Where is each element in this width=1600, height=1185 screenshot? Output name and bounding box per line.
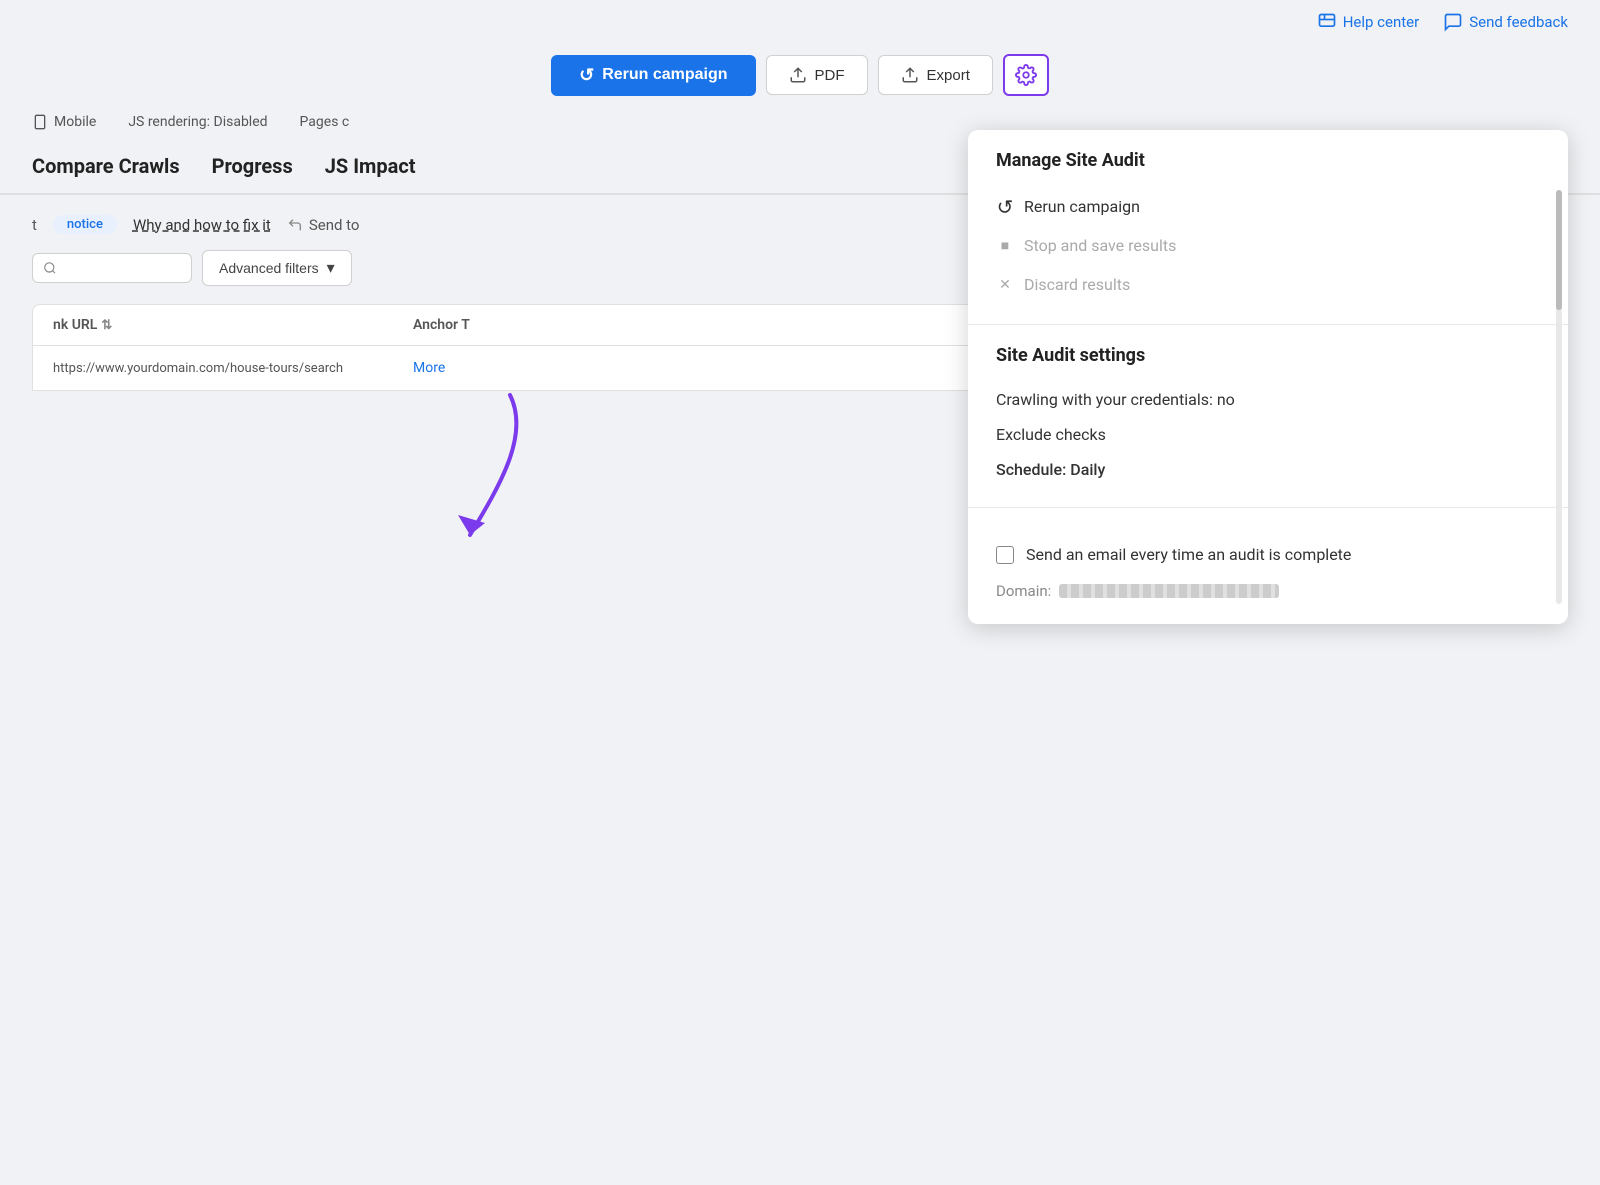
notice-badge: notice <box>53 215 117 234</box>
stop-item-icon: ■ <box>996 237 1014 255</box>
filter-label: Advanced filters <box>219 260 319 276</box>
pdf-icon <box>789 66 807 84</box>
rerun-label: Rerun campaign <box>602 66 727 84</box>
panel-scrollbar[interactable] <box>1556 190 1562 604</box>
send-feedback-label: Send feedback <box>1469 13 1568 31</box>
advanced-filters-button[interactable]: Advanced filters ▾ <box>202 250 352 286</box>
arrow-annotation <box>390 375 590 555</box>
col-url-header: nk URL ⇅ <box>53 317 393 333</box>
domain-label: Domain: <box>996 582 1051 600</box>
email-row: Send an email every time an audit is com… <box>996 528 1540 574</box>
url-cell: https://www.yourdomain.com/house-tours/s… <box>53 361 393 376</box>
js-rendering-label: JS rendering: Disabled <box>128 114 267 130</box>
settings-button[interactable] <box>1003 54 1049 96</box>
pdf-button[interactable]: PDF <box>766 55 868 95</box>
email-label: Send an email every time an audit is com… <box>1026 544 1351 566</box>
export-icon <box>901 66 919 84</box>
search-box[interactable] <box>32 253 192 283</box>
settings-title: Site Audit settings <box>996 345 1540 366</box>
device-info: Mobile <box>32 114 96 130</box>
rerun-icon: ↺ <box>579 65 594 86</box>
tab-compare-crawls[interactable]: Compare Crawls <box>32 138 212 195</box>
rerun-campaign-button[interactable]: ↺ Rerun campaign <box>551 55 755 96</box>
settings-gear-icon <box>1015 64 1037 86</box>
rerun-item-icon: ↺ <box>996 198 1014 216</box>
top-bar: Help center Send feedback <box>0 0 1600 44</box>
export-button[interactable]: Export <box>878 55 993 95</box>
chevron-down-icon: ▾ <box>327 258 335 278</box>
manage-title: Manage Site Audit <box>996 150 1540 171</box>
help-center-icon <box>1317 12 1337 32</box>
help-center-link[interactable]: Help center <box>1317 12 1419 32</box>
tab-progress[interactable]: Progress <box>212 138 325 195</box>
fix-link[interactable]: Why and how to fix it <box>133 216 271 234</box>
pages-label: Pages c <box>300 114 350 130</box>
panel-scrollbar-thumb <box>1556 190 1562 310</box>
send-to-icon <box>287 217 303 233</box>
settings-section: Site Audit settings Crawling with your c… <box>968 324 1568 507</box>
more-cell[interactable]: More <box>413 360 445 376</box>
sort-icon[interactable]: ⇅ <box>101 318 112 333</box>
search-input[interactable] <box>63 260 181 276</box>
manage-section: Manage Site Audit ↺ Rerun campaign ■ Sto… <box>968 130 1568 324</box>
send-feedback-icon <box>1443 12 1463 32</box>
send-to-button[interactable]: Send to <box>287 216 360 234</box>
tab-js-impact[interactable]: JS Impact <box>325 138 448 195</box>
search-icon <box>43 260 57 276</box>
export-label: Export <box>927 67 970 84</box>
exclude-checks-setting[interactable]: Exclude checks <box>996 417 1540 452</box>
send-feedback-link[interactable]: Send feedback <box>1443 12 1568 32</box>
action-bar: ↺ Rerun campaign PDF Export <box>0 44 1600 106</box>
pdf-label: PDF <box>815 67 845 84</box>
pages-info: Pages c <box>300 114 350 130</box>
help-center-label: Help center <box>1343 13 1419 31</box>
stop-save-item: ■ Stop and save results <box>996 226 1540 265</box>
discard-results-item: ✕ Discard results <box>996 265 1540 304</box>
domain-row: Domain: <box>996 574 1540 604</box>
email-checkbox[interactable] <box>996 546 1014 564</box>
js-rendering-info: JS rendering: Disabled <box>128 114 267 130</box>
credentials-setting[interactable]: Crawling with your credentials: no <box>996 382 1540 417</box>
manage-site-audit-dropdown: Manage Site Audit ↺ Rerun campaign ■ Sto… <box>968 130 1568 624</box>
schedule-setting[interactable]: Schedule: Daily <box>996 452 1540 487</box>
domain-blur-value <box>1059 584 1279 598</box>
t-label: t <box>32 216 37 234</box>
discard-item-icon: ✕ <box>996 276 1014 294</box>
mobile-icon <box>32 114 48 130</box>
email-section: Send an email every time an audit is com… <box>968 507 1568 624</box>
rerun-campaign-item[interactable]: ↺ Rerun campaign <box>996 187 1540 226</box>
device-label: Mobile <box>54 114 96 130</box>
